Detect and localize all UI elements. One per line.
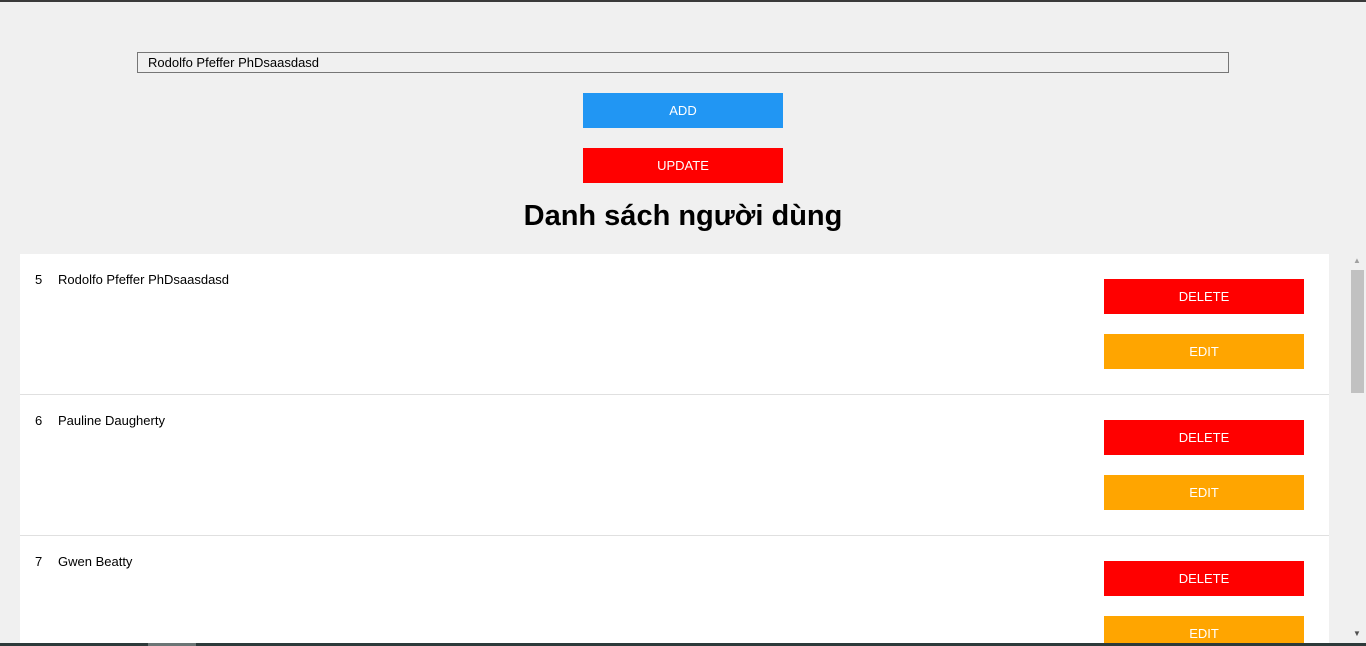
window-top-border	[0, 0, 1366, 2]
add-button[interactable]: ADD	[583, 93, 783, 128]
scroll-down-arrow-icon[interactable]: ▼	[1352, 629, 1362, 639]
page-title: Danh sách người dùng	[523, 200, 843, 232]
list-item: 6 Pauline Daugherty DELETE EDIT	[20, 395, 1329, 536]
user-id: 5	[35, 272, 43, 287]
user-name: Rodolfo Pfeffer PhDsaasdasd	[58, 272, 230, 287]
delete-button[interactable]: DELETE	[1104, 279, 1304, 314]
update-button[interactable]: UPDATE	[583, 148, 783, 183]
user-name: Gwen Beatty	[58, 554, 133, 569]
scrollbar-thumb[interactable]	[1351, 270, 1364, 393]
scroll-up-arrow-icon[interactable]: ▲	[1352, 256, 1362, 266]
user-id: 6	[35, 413, 43, 428]
name-input[interactable]	[137, 52, 1229, 73]
delete-button[interactable]: DELETE	[1104, 420, 1304, 455]
user-name: Pauline Daugherty	[58, 413, 165, 428]
list-item: 5 Rodolfo Pfeffer PhDsaasdasd DELETE EDI…	[20, 254, 1329, 395]
delete-button[interactable]: DELETE	[1104, 561, 1304, 596]
user-list: 5 Rodolfo Pfeffer PhDsaasdasd DELETE EDI…	[20, 254, 1329, 646]
user-id: 7	[35, 554, 43, 569]
edit-button[interactable]: EDIT	[1104, 616, 1304, 646]
edit-button[interactable]: EDIT	[1104, 334, 1304, 369]
edit-button[interactable]: EDIT	[1104, 475, 1304, 510]
list-item: 7 Gwen Beatty DELETE EDIT	[20, 536, 1329, 646]
